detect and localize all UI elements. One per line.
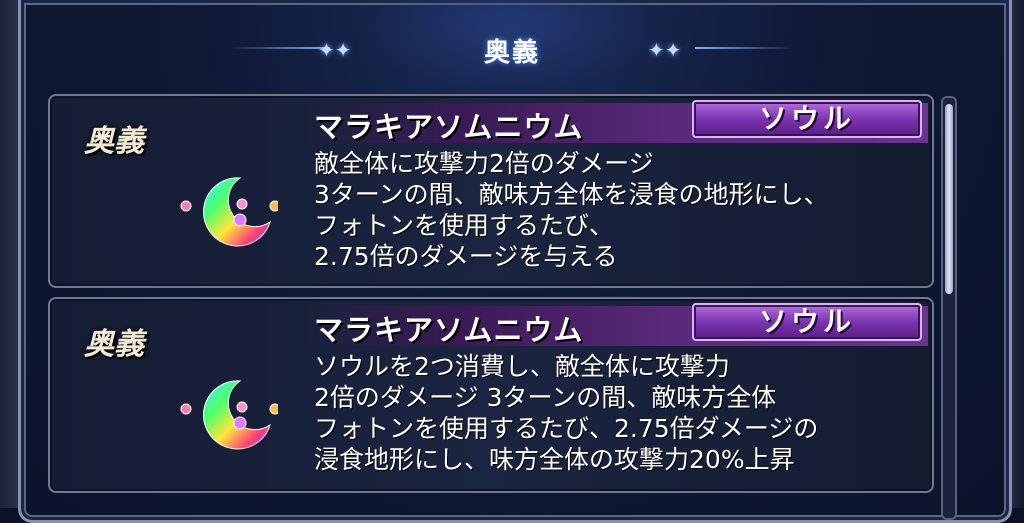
skill-name: マラキアソムニウム	[314, 110, 584, 144]
panel-title: 奥義	[483, 38, 540, 68]
skill-description: 敵全体に攻撃力2倍のダメージ 3ターンの間、敵味方全体を浸食の地形にし、 フォト…	[314, 148, 924, 272]
skill-name: マラキアソムニウム	[314, 313, 584, 347]
card-label: 奥義	[84, 124, 144, 159]
crescent-moon-orbs-icon	[180, 177, 278, 247]
type-badge: ソウル	[692, 100, 922, 138]
skill-card[interactable]: 奥義 マラキアソムニウム ソウル ソウルを2つ消費し、敵全体に攻撃力 2倍のダメ…	[48, 297, 934, 493]
scroll-thumb[interactable]	[945, 104, 953, 294]
description-line: 2倍のダメージ 3ターンの間、敵味方全体	[314, 383, 777, 412]
type-badge: ソウル	[692, 303, 922, 341]
crescent-moon-orbs-icon	[180, 380, 278, 450]
description-line: フォトンを使用するたび、2.75倍ダメージの	[314, 414, 819, 443]
description-line: 浸食地形にし、味方全体の攻撃力20%上昇	[314, 445, 795, 474]
card-label: 奥義	[84, 327, 144, 362]
scrollbar[interactable]	[941, 96, 957, 520]
description-line: 3ターンの間、敵味方全体を浸食の地形にし、	[314, 180, 829, 209]
description-line: フォトンを使用するたび、	[314, 211, 615, 240]
description-line: 2.75倍のダメージを与える	[314, 242, 618, 271]
skill-card[interactable]: 奥義 マラキアソムニウム ソウル 敵全体に攻撃力2倍のダメージ 3ターンの間、敵…	[48, 94, 934, 288]
description-line: ソウルを2つ消費し、敵全体に攻撃力	[314, 352, 730, 381]
description-line: 敵全体に攻撃力2倍のダメージ	[314, 149, 654, 178]
skill-description: ソウルを2つ消費し、敵全体に攻撃力 2倍のダメージ 3ターンの間、敵味方全体 フ…	[314, 351, 924, 475]
